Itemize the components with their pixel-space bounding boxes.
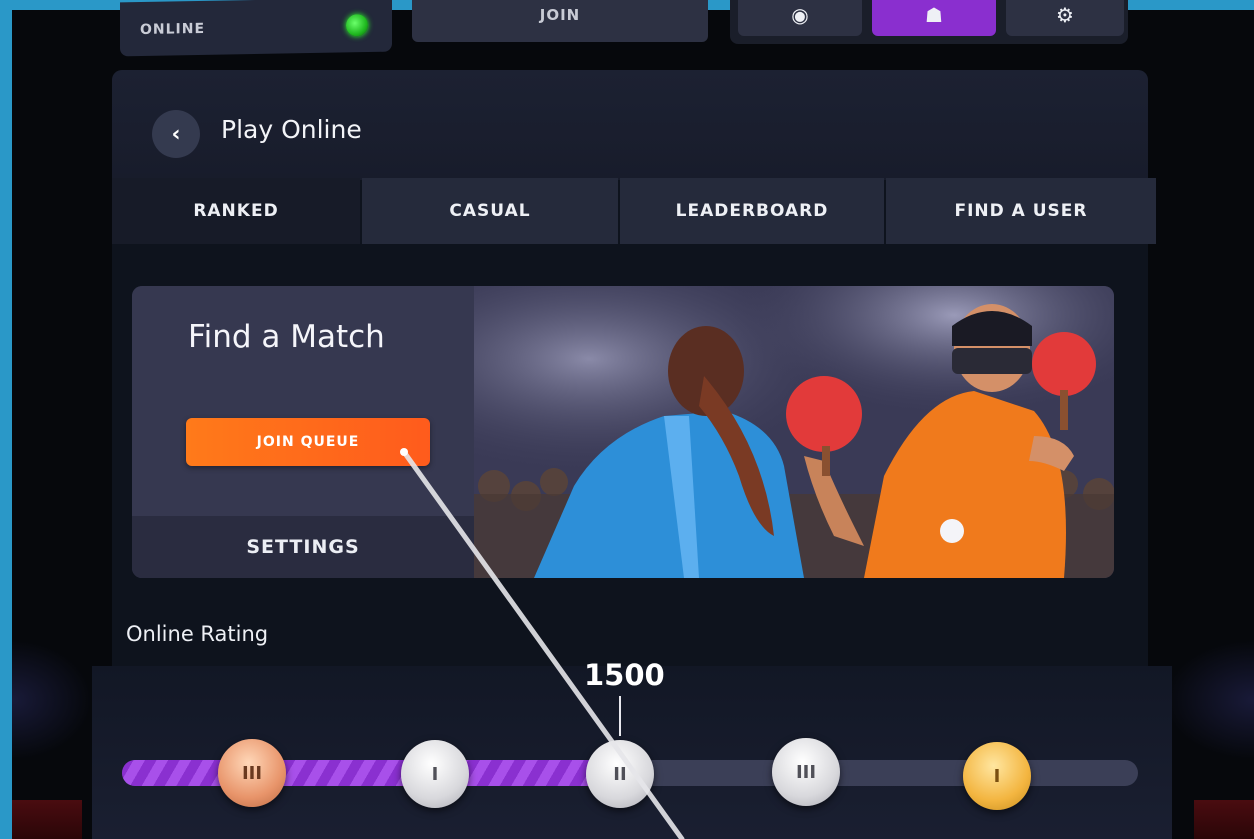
background-glow [12,640,92,760]
online-status-card: ONLINE [120,0,392,57]
online-rating-title: Online Rating [126,622,269,646]
tab-casual[interactable]: CASUAL [362,178,618,244]
background-arena [12,800,82,839]
join-button[interactable]: JOIN [412,0,708,42]
nav-globe-button[interactable]: ◉ [738,0,862,36]
background-arena [1194,800,1254,839]
online-status-indicator [346,14,368,37]
nav-settings-button[interactable]: ⚙ [1006,0,1124,36]
medal-label: I [993,765,1001,787]
find-match-card: Find a Match JOIN QUEUE SETTINGS [132,286,1114,578]
tab-label: RANKED [193,201,279,221]
rank-medal-silver-2[interactable]: II [586,740,654,808]
settings-gear-icon: ⚙ [1056,3,1074,27]
rating-marker-line [619,696,621,736]
tab-leaderboard[interactable]: LEADERBOARD [620,178,884,244]
tab-label: FIND A USER [954,201,1088,221]
rank-medal-bronze-3[interactable]: III [218,739,286,807]
globe-icon: ◉ [791,3,809,27]
tab-bar: RANKED CASUAL LEADERBOARD FIND A USER [112,178,1156,244]
medal-label: II [613,763,627,785]
join-queue-button[interactable]: JOIN QUEUE [186,418,430,466]
window-frame-left [0,0,12,839]
settings-label: SETTINGS [246,536,360,558]
join-label: JOIN [539,6,581,24]
medal-label: I [431,763,439,785]
leaderboard-icon: ☗ [925,3,943,27]
medal-label: III [795,761,817,783]
ping-pong-players-illustration [474,286,1114,578]
page-title: Play Online [221,115,362,144]
rating-progress-fill [122,760,620,786]
online-status-label: ONLINE [140,20,206,39]
tab-find-a-user[interactable]: FIND A USER [886,178,1156,244]
rating-value: 1500 [584,658,665,692]
play-online-panel: ‹ Play Online RANKED CASUAL LEADERBOARD … [92,70,1172,839]
join-queue-label: JOIN QUEUE [256,434,360,450]
tab-label: LEADERBOARD [675,201,829,221]
medal-label: III [241,762,263,784]
background-glow [1164,640,1254,760]
rank-medal-gold-1[interactable]: I [963,742,1031,810]
back-chevron-icon: ‹ [171,121,181,147]
find-match-title: Find a Match [188,319,385,355]
tab-label: CASUAL [449,201,531,221]
match-settings-button[interactable]: SETTINGS [132,516,474,578]
rank-medal-silver-3[interactable]: III [772,738,840,806]
find-match-controls: Find a Match JOIN QUEUE SETTINGS [132,286,474,578]
back-button[interactable]: ‹ [152,110,200,158]
top-nav: ◉ ☗ ⚙ [730,0,1128,44]
rank-medal-silver-1[interactable]: I [401,740,469,808]
nav-leaderboard-button[interactable]: ☗ [872,0,996,36]
tab-ranked[interactable]: RANKED [112,178,360,244]
